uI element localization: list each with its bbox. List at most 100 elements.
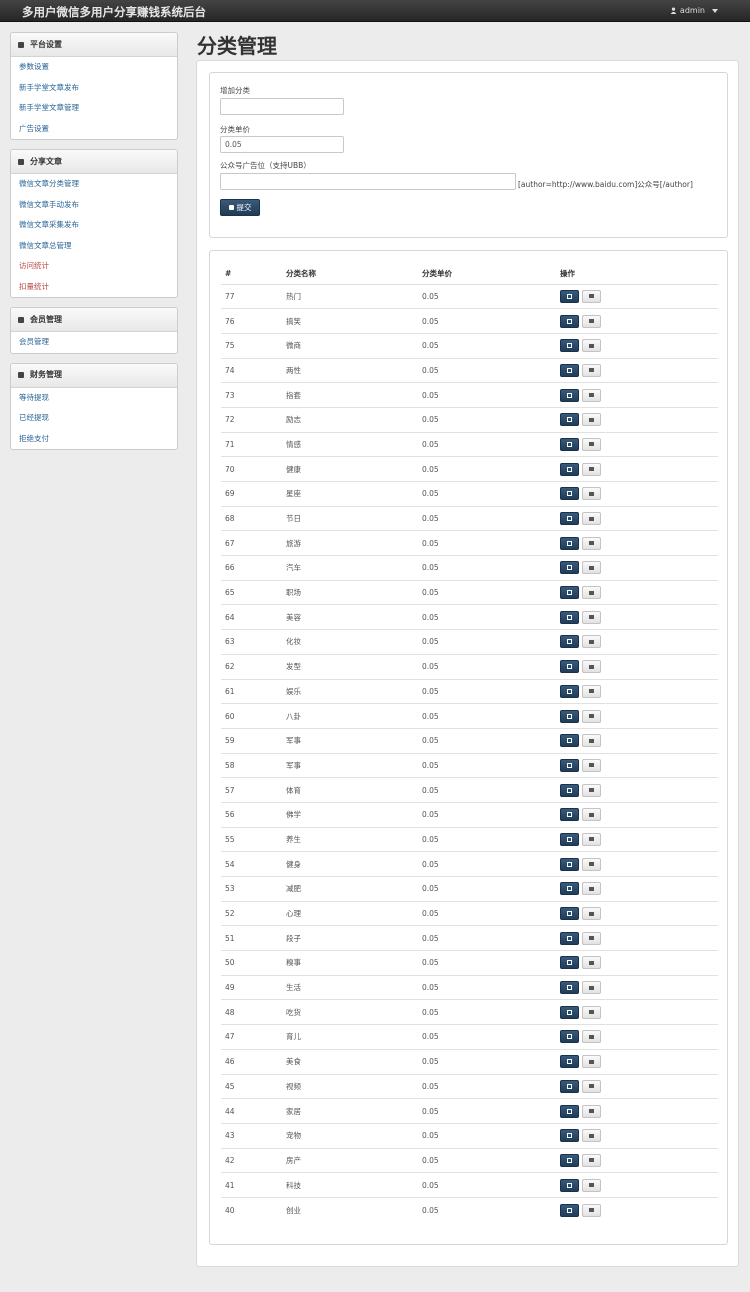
delete-button[interactable] <box>582 857 601 871</box>
delete-button[interactable] <box>582 437 601 451</box>
edit-button[interactable] <box>560 363 579 377</box>
delete-button[interactable] <box>582 1203 601 1217</box>
sidebar-item[interactable]: 已经提现 <box>11 408 177 429</box>
edit-button[interactable] <box>560 1005 579 1019</box>
delete-button[interactable] <box>582 289 601 303</box>
edit-button[interactable] <box>560 1030 579 1044</box>
edit-button[interactable] <box>560 1104 579 1118</box>
delete-button[interactable] <box>582 783 601 797</box>
delete-button[interactable] <box>582 907 601 921</box>
sidebar-item[interactable]: 参数设置 <box>11 57 177 78</box>
delete-button[interactable] <box>582 981 601 995</box>
add-category-input[interactable] <box>220 98 344 115</box>
delete-button[interactable] <box>582 684 601 698</box>
delete-button[interactable] <box>582 1104 601 1118</box>
sidebar-item[interactable]: 访问统计 <box>11 256 177 277</box>
edit-button[interactable] <box>560 635 579 649</box>
delete-button[interactable] <box>582 610 601 624</box>
delete-button[interactable] <box>582 1178 601 1192</box>
edit-button[interactable] <box>560 413 579 427</box>
edit-button[interactable] <box>560 808 579 822</box>
edit-button[interactable] <box>560 487 579 501</box>
sidebar-group-header[interactable]: 财务管理 <box>11 363 177 388</box>
delete-button[interactable] <box>582 339 601 353</box>
edit-button[interactable] <box>560 610 579 624</box>
edit-button[interactable] <box>560 709 579 723</box>
edit-button[interactable] <box>560 1055 579 1069</box>
sidebar-group-header[interactable]: 会员管理 <box>11 308 177 332</box>
sidebar-item[interactable]: 广告设置 <box>11 119 177 140</box>
delete-button[interactable] <box>582 512 601 526</box>
sidebar-item[interactable]: 拒绝支付 <box>11 429 177 450</box>
edit-button[interactable] <box>560 956 579 970</box>
delete-button[interactable] <box>582 734 601 748</box>
delete-button[interactable] <box>582 832 601 846</box>
edit-button[interactable] <box>560 586 579 600</box>
edit-button[interactable] <box>560 981 579 995</box>
edit-button[interactable] <box>560 1079 579 1093</box>
delete-button[interactable] <box>582 487 601 501</box>
delete-button[interactable] <box>582 388 601 402</box>
delete-button[interactable] <box>582 1005 601 1019</box>
price-input[interactable]: 0.05 <box>220 136 344 153</box>
sidebar-item[interactable]: 等待提现 <box>11 388 177 409</box>
cube-icon <box>18 158 24 165</box>
edit-button[interactable] <box>560 536 579 550</box>
delete-button[interactable] <box>582 536 601 550</box>
delete-button[interactable] <box>582 660 601 674</box>
sidebar-item[interactable]: 会员管理 <box>11 332 177 353</box>
delete-button[interactable] <box>582 931 601 945</box>
edit-button[interactable] <box>560 857 579 871</box>
delete-button[interactable] <box>582 1079 601 1093</box>
edit-button[interactable] <box>560 758 579 772</box>
edit-button[interactable] <box>560 462 579 476</box>
delete-button[interactable] <box>582 462 601 476</box>
delete-button[interactable] <box>582 635 601 649</box>
sidebar-item[interactable]: 微信文章分类管理 <box>11 174 177 195</box>
edit-button[interactable] <box>560 1203 579 1217</box>
edit-button[interactable] <box>560 388 579 402</box>
ad-input[interactable] <box>220 173 516 190</box>
delete-button[interactable] <box>582 1030 601 1044</box>
delete-button[interactable] <box>582 413 601 427</box>
edit-button[interactable] <box>560 931 579 945</box>
delete-button[interactable] <box>582 709 601 723</box>
edit-button[interactable] <box>560 660 579 674</box>
edit-button[interactable] <box>560 1153 579 1167</box>
delete-button[interactable] <box>582 1055 601 1069</box>
edit-button[interactable] <box>560 561 579 575</box>
delete-button[interactable] <box>582 314 601 328</box>
user-menu[interactable]: admin <box>670 6 718 15</box>
edit-button[interactable] <box>560 1178 579 1192</box>
delete-button[interactable] <box>582 1129 601 1143</box>
sidebar-item[interactable]: 微信文章手动发布 <box>11 195 177 216</box>
edit-button[interactable] <box>560 783 579 797</box>
sidebar-item[interactable]: 新手学堂文章发布 <box>11 78 177 99</box>
edit-button[interactable] <box>560 289 579 303</box>
delete-button[interactable] <box>582 808 601 822</box>
edit-button[interactable] <box>560 339 579 353</box>
sidebar-item[interactable]: 新手学堂文章管理 <box>11 98 177 119</box>
delete-button[interactable] <box>582 363 601 377</box>
sidebar-item[interactable]: 扣量统计 <box>11 277 177 298</box>
delete-button[interactable] <box>582 956 601 970</box>
delete-button[interactable] <box>582 586 601 600</box>
edit-button[interactable] <box>560 882 579 896</box>
delete-button[interactable] <box>582 561 601 575</box>
edit-button[interactable] <box>560 314 579 328</box>
sidebar-group-header[interactable]: 分享文章 <box>11 150 177 174</box>
edit-button[interactable] <box>560 832 579 846</box>
delete-button[interactable] <box>582 882 601 896</box>
delete-button[interactable] <box>582 758 601 772</box>
sidebar-item[interactable]: 微信文章总管理 <box>11 236 177 257</box>
edit-button[interactable] <box>560 1129 579 1143</box>
sidebar-item[interactable]: 微信文章采集发布 <box>11 215 177 236</box>
sidebar-group-header[interactable]: 平台设置 <box>11 33 177 57</box>
edit-button[interactable] <box>560 907 579 921</box>
edit-button[interactable] <box>560 734 579 748</box>
submit-button[interactable]: 提交 <box>220 199 260 216</box>
edit-button[interactable] <box>560 437 579 451</box>
delete-button[interactable] <box>582 1153 601 1167</box>
edit-button[interactable] <box>560 684 579 698</box>
edit-button[interactable] <box>560 512 579 526</box>
